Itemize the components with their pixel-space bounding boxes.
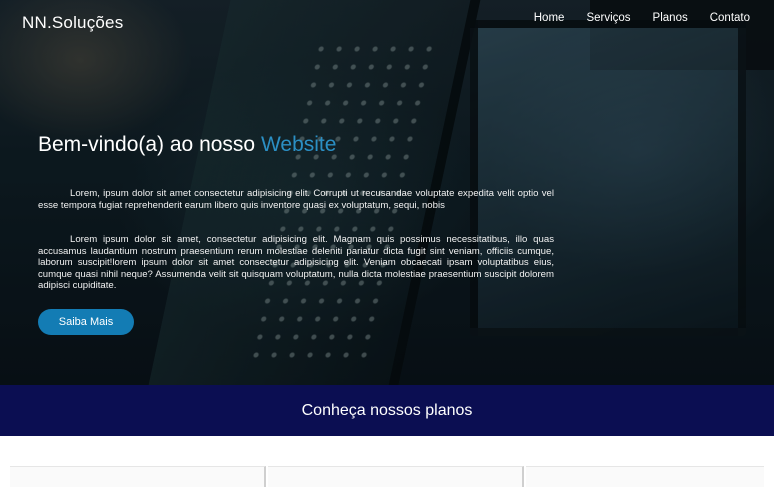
hero-title: Bem-vindo(a) ao nosso Website [38,133,336,157]
nav-home[interactable]: Home [534,12,565,24]
hero-title-accent: Website [260,133,337,156]
hero-paragraph-2: Lorem ipsum dolor sit amet, consectetur … [38,234,554,291]
saiba-mais-button[interactable]: Saiba Mais [38,309,134,335]
nav-planos[interactable]: Planos [653,12,688,24]
hero-title-prefix: Bem-vindo(a) ao nosso [38,133,261,156]
plan-card[interactable] [526,466,764,487]
main-nav: Home Serviços Planos Contato [534,12,750,24]
hero-section: NN.Soluções Home Serviços Planos Contato… [0,0,774,385]
plans-title: Conheça nossos planos [301,401,473,419]
plan-card[interactable] [10,466,266,487]
plans-cards-area [0,436,774,487]
brand-logo[interactable]: NN.Soluções [22,13,123,33]
plans-banner: Conheça nossos planos [0,385,774,436]
nav-servicos[interactable]: Serviços [586,12,630,24]
nav-contato[interactable]: Contato [710,12,750,24]
plan-card[interactable] [268,466,524,487]
hero-paragraph-1: Lorem, ipsum dolor sit amet consectetur … [38,188,554,211]
